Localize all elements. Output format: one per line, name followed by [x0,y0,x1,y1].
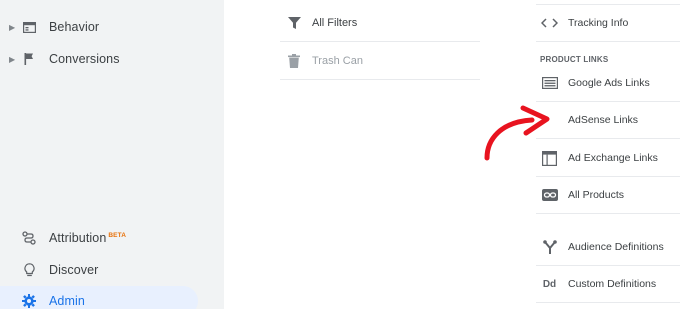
sidebar-item-label: Discover [49,263,99,277]
audience-icon [541,240,558,255]
property-item-label: Google Ads Links [568,77,650,89]
property-item-tracking-info[interactable]: Tracking Info [536,5,680,42]
sidebar-item-admin[interactable]: Admin [0,286,198,309]
view-item-all-filters[interactable]: All Filters [280,5,480,42]
sidebar-item-label: Behavior [49,20,100,34]
property-column: Tracking Info PRODUCT LINKS Google Ads L… [508,0,680,309]
property-item-adsense-links[interactable]: AdSense Links [536,102,680,139]
sidebar: ▶ Behavior ▶ Conversions Attribution BETA… [0,0,224,309]
property-item-custom-definitions[interactable]: Dd Custom Definitions [536,266,680,303]
property-item-google-ads-links[interactable]: Google Ads Links [536,65,680,102]
behavior-icon [22,20,36,34]
property-item-label: All Products [568,189,625,201]
ad-exchange-icon [541,150,558,166]
lightbulb-icon [22,263,36,277]
sidebar-item-label: Attribution BETA [49,231,126,245]
property-item-label: Audience Definitions [568,241,664,253]
google-ads-icon [541,76,558,91]
expand-caret-icon[interactable]: ▶ [9,55,15,64]
view-item-trash-can[interactable]: Trash Can [280,43,480,80]
view-item-label: Trash Can [312,55,363,67]
sidebar-item-attribution[interactable]: Attribution BETA [0,223,224,253]
sidebar-item-label: Admin [49,294,85,308]
gear-icon [22,294,36,308]
sidebar-item-conversions[interactable]: ▶ Conversions [0,44,224,74]
property-item-audience-definitions[interactable]: Audience Definitions [536,229,680,266]
link-icon [541,188,558,203]
sidebar-item-discover[interactable]: Discover [0,255,224,285]
section-title-product-links: PRODUCT LINKS [540,55,609,64]
attribution-label: Attribution [49,231,107,245]
attribution-icon [22,231,36,245]
filter-icon [286,15,302,31]
property-item-label: Tracking Info [568,17,629,29]
view-item-label: All Filters [312,17,358,29]
dd-icon: Dd [542,278,557,290]
property-item-ad-exchange-links[interactable]: Ad Exchange Links [536,140,680,177]
adsense-icon [541,113,558,128]
property-item-label: Custom Definitions [568,278,657,290]
view-column: All Filters Trash Can [224,0,508,309]
property-item-label: Ad Exchange Links [568,152,658,164]
flag-icon [22,52,36,66]
expand-caret-icon[interactable]: ▶ [9,23,15,32]
code-icon [541,16,558,31]
property-item-all-products[interactable]: All Products [536,177,680,214]
property-item-label: AdSense Links [568,114,639,126]
sidebar-item-label: Conversions [49,52,120,66]
sidebar-item-behavior[interactable]: ▶ Behavior [0,12,224,42]
sidebar-peek-item [0,0,224,5]
beta-badge: BETA [108,231,127,239]
trash-icon [286,53,302,69]
